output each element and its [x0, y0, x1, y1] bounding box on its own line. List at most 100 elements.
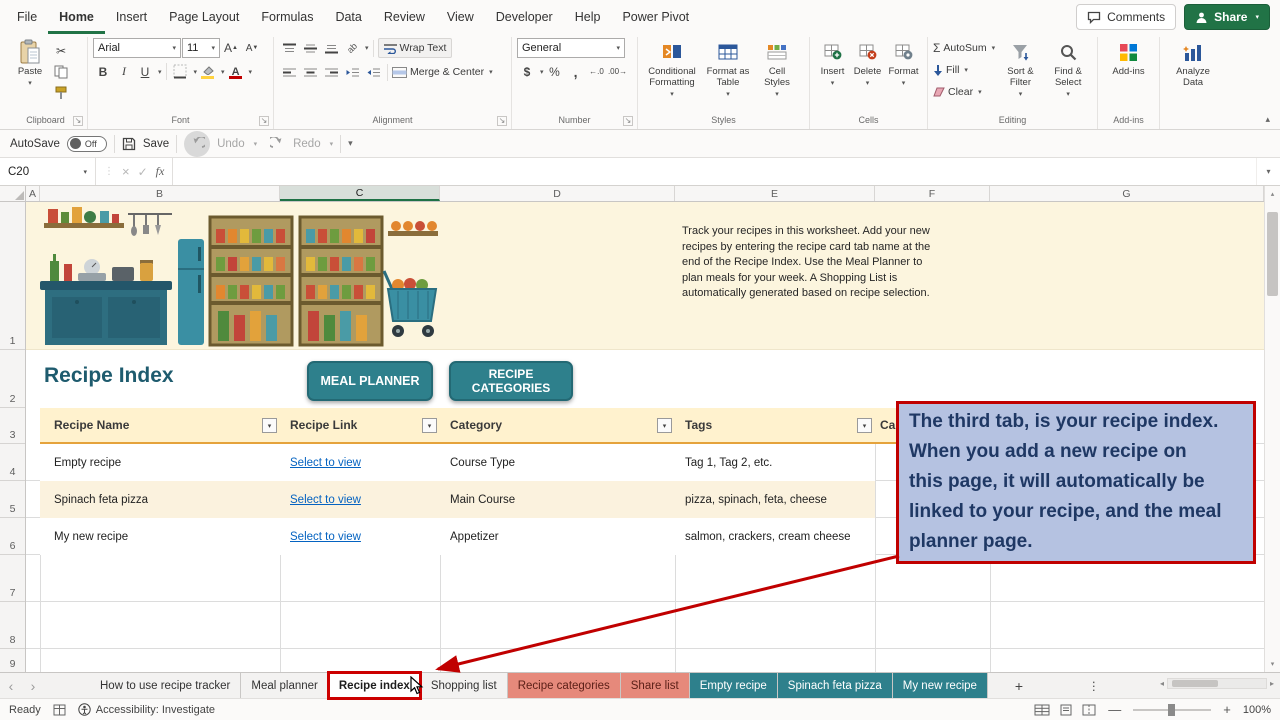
row-header-1[interactable]: 1 [0, 202, 25, 350]
paste-button[interactable]: Paste ▾ [9, 38, 51, 91]
underline-button[interactable]: U [135, 62, 155, 81]
recipe-link[interactable]: Select to view [290, 457, 361, 469]
enter-icon[interactable]: ✓ [138, 165, 148, 179]
row-header-9[interactable]: 9 [0, 649, 25, 672]
font-size-select[interactable]: 11 ▾ [182, 38, 220, 58]
expand-formula-bar-icon[interactable]: ▾ [1256, 158, 1280, 185]
tab-power-pivot[interactable]: Power Pivot [611, 0, 700, 34]
column-header-a[interactable]: A [26, 186, 40, 201]
column-header-b[interactable]: B [40, 186, 280, 201]
name-box[interactable]: C20 ▾ [0, 158, 96, 185]
save-icon[interactable] [122, 137, 136, 151]
cell-recipe-name[interactable]: Empty recipe [40, 444, 280, 481]
font-dialog-launcher[interactable]: ↘ [259, 116, 269, 126]
sheet-tab-share-list[interactable]: Share list [620, 673, 690, 698]
undo-icon[interactable] [189, 136, 206, 151]
meal-planner-button[interactable]: MEAL PLANNER [307, 361, 433, 401]
select-all-corner[interactable] [0, 186, 26, 201]
table-row[interactable]: My new recipe Select to view Appetizer s… [40, 518, 875, 555]
tab-file[interactable]: File [6, 0, 48, 34]
row-header-8[interactable]: 8 [0, 602, 25, 649]
zoom-level[interactable]: 100% [1243, 704, 1271, 716]
number-dialog-launcher[interactable]: ↘ [623, 116, 633, 126]
font-family-select[interactable]: Arial ▾ [93, 38, 181, 58]
column-header-d[interactable]: D [440, 186, 675, 201]
copy-icon[interactable] [51, 62, 71, 81]
cell-tags[interactable]: Tag 1, Tag 2, etc. [675, 444, 875, 481]
collapse-ribbon-icon[interactable]: ▴ [1265, 114, 1270, 125]
filter-recipe-link[interactable]: ▾ [422, 418, 437, 433]
wrap-text-button[interactable]: Wrap Text [377, 38, 453, 58]
zoom-slider[interactable] [1133, 703, 1212, 716]
conditional-formatting-button[interactable]: Conditional Formatting ▾ [643, 38, 701, 102]
align-top-icon[interactable] [279, 39, 299, 58]
alignment-dialog-launcher[interactable]: ↘ [497, 116, 507, 126]
row-header-2[interactable]: 2 [0, 350, 25, 408]
tab-help[interactable]: Help [564, 0, 612, 34]
borders-icon[interactable] [171, 62, 191, 81]
decrease-indent-icon[interactable] [342, 63, 362, 82]
align-right-icon[interactable] [321, 63, 341, 82]
cell-styles-button[interactable]: Cell Styles ▾ [755, 38, 799, 102]
column-header-c[interactable]: C [280, 186, 440, 201]
row-header-6[interactable]: 6 [0, 518, 25, 555]
decrease-font-icon[interactable]: A ▼ [242, 39, 262, 58]
share-button[interactable]: Share ▾ [1184, 4, 1270, 30]
cell-recipe-name[interactable]: Spinach feta pizza [40, 481, 280, 518]
row-header-3[interactable]: 3 [0, 408, 25, 444]
row-header-5[interactable]: 5 [0, 481, 25, 518]
tab-review[interactable]: Review [373, 0, 436, 34]
formula-input[interactable] [173, 158, 1256, 185]
sheet-tab-recipe-categories[interactable]: Recipe categories [507, 673, 621, 698]
vscroll-down-icon[interactable]: ▾ [1265, 656, 1280, 672]
sheet-nav-right-icon[interactable]: › [22, 673, 44, 698]
row-header-4[interactable]: 4 [0, 444, 25, 481]
insert-cells-button[interactable]: Insert ▾ [815, 38, 850, 91]
italic-button[interactable]: I [114, 62, 134, 81]
page-layout-view-icon[interactable] [1059, 704, 1073, 716]
merge-center-button[interactable]: Merge & Center ▾ [392, 62, 493, 82]
sheet-options-icon[interactable]: ⋮ [1080, 673, 1108, 698]
format-cells-button[interactable]: Format ▾ [885, 38, 922, 91]
sheet-tab-spinach-feta-pizza[interactable]: Spinach feta pizza [777, 673, 893, 698]
sheet-tab-recipe-index[interactable]: Recipe index [326, 671, 422, 700]
cell-recipe-link[interactable]: Select to view [280, 518, 440, 555]
tab-developer[interactable]: Developer [485, 0, 564, 34]
fill-color-icon[interactable] [198, 62, 218, 81]
insert-function-icon[interactable]: fx [156, 164, 165, 179]
column-header-g[interactable]: G [990, 186, 1264, 201]
table-row[interactable]: Spinach feta pizza Select to view Main C… [40, 481, 875, 518]
horizontal-scrollbar[interactable]: ◂ ▸ [1160, 678, 1274, 689]
increase-decimal-icon[interactable]: ←.0 [587, 62, 607, 81]
sheet-tab-my-new-recipe[interactable]: My new recipe [892, 673, 988, 698]
cell-recipe-link[interactable]: Select to view [280, 481, 440, 518]
clipboard-dialog-launcher[interactable]: ↘ [73, 116, 83, 126]
analyze-data-button[interactable]: Analyze Data [1165, 38, 1221, 90]
align-center-icon[interactable] [300, 63, 320, 82]
clear-button[interactable]: Clear ▾ [933, 82, 997, 102]
increase-indent-icon[interactable] [363, 63, 383, 82]
sheet-nav-left-icon[interactable]: ‹ [0, 673, 22, 698]
sheet-tab-empty-recipe[interactable]: Empty recipe [689, 673, 778, 698]
fill-button[interactable]: Fill ▾ [933, 60, 997, 80]
tab-view[interactable]: View [436, 0, 485, 34]
undo-label[interactable]: Undo [217, 138, 245, 150]
autosave-toggle[interactable]: Off [66, 135, 107, 152]
recipe-link[interactable]: Select to view [290, 531, 361, 543]
column-header-e[interactable]: E [675, 186, 875, 201]
column-header-f[interactable]: F [875, 186, 990, 201]
page-break-view-icon[interactable] [1082, 704, 1096, 716]
cell-category[interactable]: Main Course [440, 481, 675, 518]
recipe-link[interactable]: Select to view [290, 494, 361, 506]
sort-filter-button[interactable]: Sort & Filter ▾ [997, 38, 1045, 102]
sheet-tab-how-to-use[interactable]: How to use recipe tracker [90, 673, 242, 698]
tab-formulas[interactable]: Formulas [250, 0, 324, 34]
row-header-7[interactable]: 7 [0, 555, 25, 602]
customize-qat-icon[interactable]: ▾ [348, 138, 353, 149]
decrease-decimal-icon[interactable]: .00→ [608, 62, 628, 81]
tab-insert[interactable]: Insert [105, 0, 158, 34]
format-painter-icon[interactable] [51, 83, 71, 102]
filter-recipe-name[interactable]: ▾ [262, 418, 277, 433]
zoom-in-icon[interactable]: + [1223, 702, 1231, 717]
delete-cells-button[interactable]: Delete ▾ [850, 38, 885, 91]
